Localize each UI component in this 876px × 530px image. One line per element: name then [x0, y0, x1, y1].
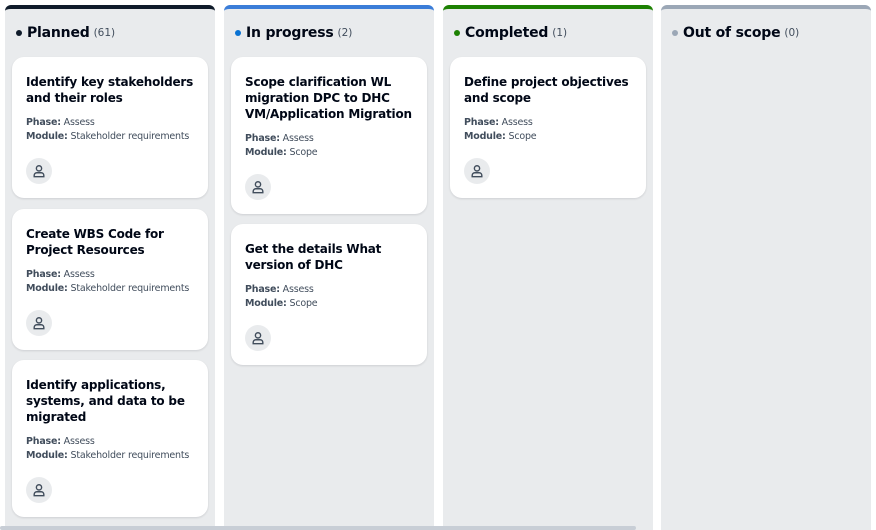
task-card[interactable]: Define project objectives and scope Phas…	[450, 57, 646, 198]
column-header-in-progress: In progress (2)	[235, 25, 352, 41]
column-count: (61)	[93, 27, 116, 39]
phase-value: Assess	[501, 117, 533, 128]
phase-value: Assess	[63, 269, 95, 280]
module-value: Scope	[508, 131, 537, 142]
card-title: Identify key stakeholders and their role…	[26, 75, 194, 105]
phase-label: Phase:	[464, 117, 499, 128]
column-count: (2)	[337, 27, 353, 39]
task-card[interactable]: Get the details What version of DHC Phas…	[231, 224, 427, 365]
column-header-out-of-scope: Out of scope (0)	[672, 25, 799, 41]
card-module: Module: Scope	[464, 130, 537, 144]
column-count: (1)	[552, 27, 568, 39]
module-label: Module:	[26, 283, 68, 294]
user-icon[interactable]	[464, 158, 490, 184]
task-card[interactable]: Scope clarification WL migration DPC to …	[231, 57, 427, 214]
card-module: Module: Scope	[245, 146, 318, 160]
card-phase: Phase: Assess	[464, 116, 533, 130]
phase-value: Assess	[282, 133, 314, 144]
card-module: Module: Stakeholder requirements	[26, 282, 189, 296]
module-label: Module:	[245, 147, 287, 158]
card-module: Module: Stakeholder requirements	[26, 449, 189, 463]
phase-label: Phase:	[26, 117, 61, 128]
column-completed: Completed (1) Define project objectives …	[443, 5, 653, 530]
status-dot	[235, 30, 241, 36]
phase-label: Phase:	[26, 269, 61, 280]
card-title: Identify applications, systems, and data…	[26, 378, 185, 424]
user-icon[interactable]	[245, 325, 271, 351]
module-label: Module:	[26, 450, 68, 461]
phase-label: Phase:	[245, 133, 280, 144]
card-title: Scope clarification WL migration DPC to …	[245, 75, 412, 121]
user-icon[interactable]	[26, 310, 52, 336]
card-phase: Phase: Assess	[26, 435, 95, 449]
column-planned: Planned (61) Identify key stakeholders a…	[5, 5, 215, 530]
module-value: Stakeholder requirements	[70, 450, 190, 461]
card-phase: Phase: Assess	[26, 116, 95, 130]
module-label: Module:	[245, 298, 287, 309]
phase-value: Assess	[282, 284, 314, 295]
card-phase: Phase: Assess	[26, 268, 95, 282]
column-in-progress: In progress (2) Scope clarification WL m…	[224, 5, 434, 530]
phase-value: Assess	[63, 117, 95, 128]
horizontal-scrollbar[interactable]	[0, 526, 636, 530]
column-out-of-scope: Out of scope (0)	[661, 5, 871, 530]
column-header-completed: Completed (1)	[454, 25, 567, 41]
user-icon[interactable]	[26, 477, 52, 503]
column-title: Out of scope	[683, 25, 781, 41]
module-value: Scope	[289, 298, 318, 309]
column-count: (0)	[784, 27, 800, 39]
phase-label: Phase:	[26, 436, 61, 447]
card-title: Create WBS Code for Project Resources	[26, 227, 164, 257]
module-label: Module:	[26, 131, 68, 142]
phase-value: Assess	[63, 436, 95, 447]
column-header-planned: Planned (61)	[16, 25, 115, 41]
kanban-board: Planned (61) Identify key stakeholders a…	[0, 0, 876, 530]
user-icon[interactable]	[26, 158, 52, 184]
card-phase: Phase: Assess	[245, 132, 314, 146]
module-value: Scope	[289, 147, 318, 158]
card-module: Module: Scope	[245, 297, 318, 311]
column-title: Completed	[465, 25, 549, 41]
card-phase: Phase: Assess	[245, 283, 314, 297]
user-icon[interactable]	[245, 174, 271, 200]
phase-label: Phase:	[245, 284, 280, 295]
column-title: Planned	[27, 25, 90, 41]
card-module: Module: Stakeholder requirements	[26, 130, 189, 144]
column-title: In progress	[246, 25, 334, 41]
status-dot	[16, 30, 22, 36]
module-value: Stakeholder requirements	[70, 131, 190, 142]
module-value: Stakeholder requirements	[70, 283, 190, 294]
task-card[interactable]: Identify applications, systems, and data…	[12, 360, 208, 517]
task-card[interactable]: Create WBS Code for Project Resources Ph…	[12, 209, 208, 350]
card-title: Define project objectives and scope	[464, 75, 629, 105]
task-card[interactable]: Identify key stakeholders and their role…	[12, 57, 208, 198]
module-label: Module:	[464, 131, 506, 142]
status-dot	[672, 30, 678, 36]
card-title: Get the details What version of DHC	[245, 242, 382, 272]
status-dot	[454, 30, 460, 36]
